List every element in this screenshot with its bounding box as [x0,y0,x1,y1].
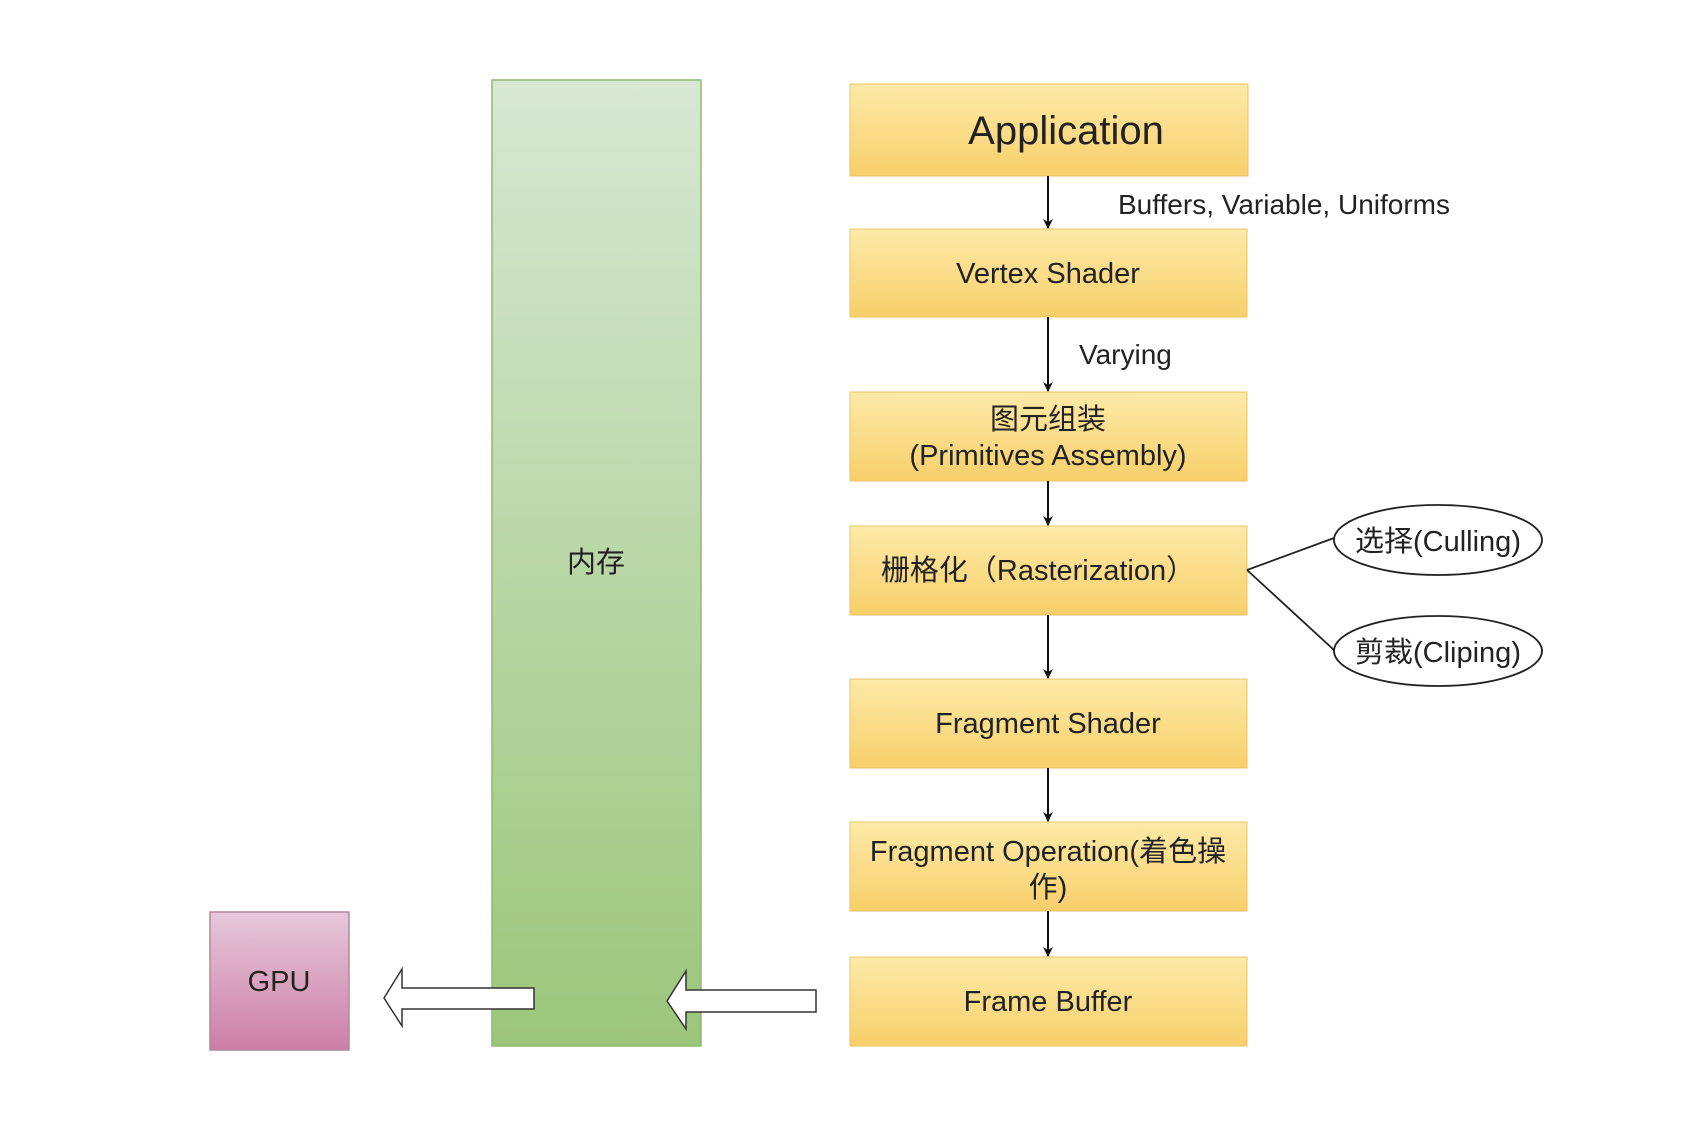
branch-line-clipping [1246,569,1335,651]
stage-label: Fragment Operation(着色操 [870,835,1226,868]
branch-clipping: 剪裁(Cliping) [1333,615,1543,687]
stage-label: 图元组装 [990,403,1106,436]
stage-rasterization: 栅格化（Rasterization） [849,525,1248,616]
stage-fragment-shader: Fragment Shader [849,678,1248,769]
stage-label: Application [968,109,1164,153]
branch-culling: 选择(Culling) [1333,504,1543,576]
memory-label: 内存 [567,546,625,579]
stage-label: 作) [1029,871,1068,904]
branch-label: 剪裁(Cliping) [1355,636,1521,669]
memory-block: 内存 [491,79,702,1047]
stage-label: (Primitives Assembly) [909,440,1186,472]
rendering-pipeline-diagram: 内存 GPU Application Vertex Shader 图元组装 (P… [209,79,1543,1051]
stage-label: Vertex Shader [956,258,1140,290]
stage-label: Fragment Shader [935,708,1161,740]
gpu-block: GPU [209,911,350,1051]
stage-primitives-assembly: 图元组装 (Primitives Assembly) [849,391,1248,482]
gpu-label: GPU [248,966,311,998]
stage-label: Frame Buffer [964,986,1133,1018]
stage-vertex-shader: Vertex Shader [849,228,1248,318]
stage-label: 栅格化（Rasterization） [881,554,1195,587]
edge-label-varying: Varying [1079,339,1172,370]
stage-frame-buffer: Frame Buffer [849,956,1248,1047]
stage-application: Application [849,83,1249,177]
stage-fragment-operation: Fragment Operation(着色操 作) [849,821,1248,912]
edge-label-buffers: Buffers, Variable, Uniforms [1118,189,1450,220]
branch-line-culling [1246,537,1335,571]
branch-label: 选择(Culling) [1355,525,1521,558]
